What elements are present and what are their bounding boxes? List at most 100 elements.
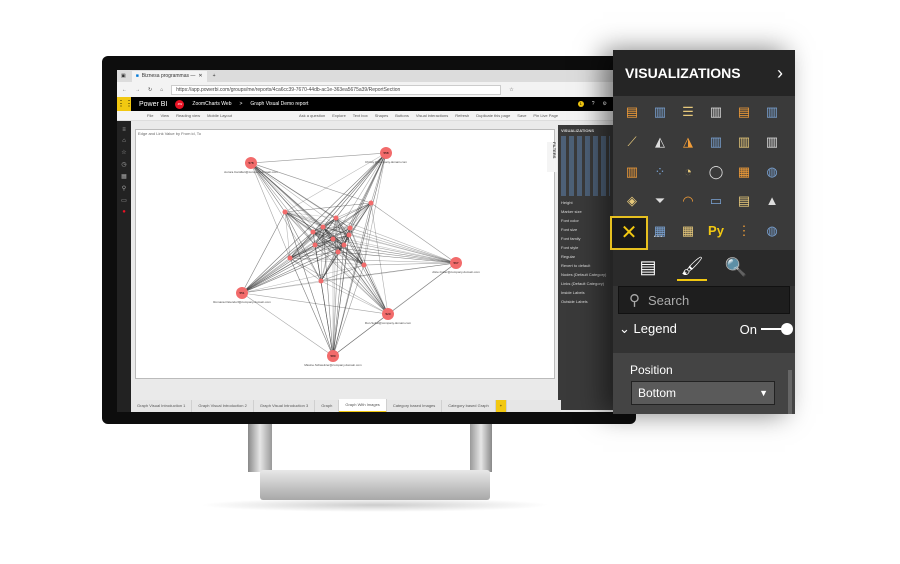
- graph-node[interactable]: [347, 225, 353, 231]
- area-visual-icon[interactable]: ◭: [649, 132, 671, 152]
- favorite-icon[interactable]: ☆: [509, 87, 513, 93]
- app-launcher-icon[interactable]: ⋮⋮: [117, 97, 133, 111]
- visual-icon-grid[interactable]: [561, 136, 610, 196]
- graph-node[interactable]: [333, 215, 339, 221]
- 100-column-visual-icon[interactable]: ▥: [761, 102, 783, 122]
- new-tab-icon[interactable]: +: [213, 73, 216, 79]
- page-tab[interactable]: Graph Visual Introduction 2: [192, 400, 254, 412]
- position-dropdown[interactable]: Bottom ▼: [631, 381, 775, 405]
- treemap-visual-icon[interactable]: ▦: [733, 162, 755, 182]
- tabs-icon[interactable]: ▣: [121, 73, 126, 79]
- format-option[interactable]: Font size: [561, 227, 610, 232]
- legend-section[interactable]: ⌄ Legend On: [619, 321, 793, 337]
- home-icon[interactable]: ⌂: [122, 138, 126, 144]
- graph-node[interactable]: [310, 229, 316, 235]
- stacked-bar-visual-icon[interactable]: ▤: [621, 102, 643, 122]
- graph-node[interactable]: [346, 232, 352, 238]
- pie-visual-icon[interactable]: ◔: [677, 162, 699, 182]
- funnel-visual-icon[interactable]: ⏷: [649, 191, 671, 211]
- graph-node[interactable]: [318, 278, 324, 284]
- save-button[interactable]: Save: [517, 113, 526, 118]
- reading-view-button[interactable]: Reading view: [176, 113, 200, 118]
- globe-visual-icon[interactable]: ◍: [761, 221, 783, 241]
- python-visual-icon[interactable]: Py: [705, 221, 727, 241]
- format-option[interactable]: Links (Default Category): [561, 281, 610, 286]
- graph-node[interactable]: [312, 242, 318, 248]
- menu-icon[interactable]: ≡: [122, 127, 126, 133]
- breadcrumb-workspace[interactable]: ZoomCharts Web: [192, 101, 231, 107]
- workspace-avatar[interactable]: ●: [122, 209, 126, 215]
- more-visuals-button[interactable]: ...: [653, 226, 663, 240]
- shapes-button[interactable]: Shapes: [375, 113, 389, 118]
- map-visual-icon[interactable]: ◍: [761, 162, 783, 182]
- page-tab[interactable]: Graph With Images: [339, 399, 387, 412]
- graph-node[interactable]: [330, 236, 336, 242]
- settings-icon[interactable]: ⚙: [603, 101, 607, 107]
- waterfall-visual-icon[interactable]: ▥: [621, 162, 643, 182]
- 100-bar-visual-icon[interactable]: ▤: [733, 102, 755, 122]
- chevron-right-icon[interactable]: ›: [777, 63, 783, 84]
- donut-visual-icon[interactable]: ◯: [705, 162, 727, 182]
- format-option[interactable]: Font family: [561, 236, 610, 241]
- format-option[interactable]: Height: [561, 200, 610, 205]
- visual-interactions-button[interactable]: Visual interactions: [416, 113, 448, 118]
- graph-network-visual-icon[interactable]: ✕: [610, 216, 648, 250]
- graph-visual[interactable]: Edge and Link Value by From id, To 578 Au…: [135, 129, 555, 379]
- format-option[interactable]: Marker size: [561, 209, 610, 214]
- back-icon[interactable]: ←: [122, 87, 127, 93]
- recent-icon[interactable]: ◷: [121, 161, 126, 168]
- favorites-icon[interactable]: ☆: [121, 149, 126, 156]
- mobile-layout-button[interactable]: Mobile Layout: [207, 113, 232, 118]
- fields-tab-icon[interactable]: ▤: [633, 257, 663, 280]
- home-icon[interactable]: ⌂: [160, 87, 163, 93]
- format-option[interactable]: Revert to default: [561, 263, 610, 268]
- graph-node[interactable]: [335, 249, 341, 255]
- page-tab[interactable]: Graph: [315, 400, 340, 412]
- explore-button[interactable]: Explore: [332, 113, 346, 118]
- graph-node[interactable]: [361, 262, 367, 268]
- search-input[interactable]: ⚲ Search: [618, 286, 790, 314]
- format-option[interactable]: Nodes (Default Category): [561, 272, 610, 277]
- format-option[interactable]: Outside Labels: [561, 299, 610, 304]
- shared-icon[interactable]: ⚲: [122, 185, 126, 192]
- format-paint-roller-icon[interactable]: 🖌: [677, 256, 707, 281]
- format-option[interactable]: Font color: [561, 218, 610, 223]
- page-tab[interactable]: Category based Graph: [442, 400, 496, 412]
- clustered-column-visual-icon[interactable]: ▥: [705, 102, 727, 122]
- gauge-visual-icon[interactable]: ◠: [677, 191, 699, 211]
- graph-node[interactable]: [282, 209, 288, 215]
- network-graph[interactable]: 578 Aurora.Camilleri@company.domain.com 55…: [136, 130, 556, 380]
- graph-node[interactable]: [341, 242, 347, 248]
- breadcrumb-report[interactable]: Graph Visual Demo report: [250, 101, 308, 107]
- url-input[interactable]: https://app.powerbi.com/groups/me/report…: [171, 84, 502, 95]
- close-icon[interactable]: ✕: [198, 73, 202, 79]
- apps-icon[interactable]: ▦: [121, 173, 127, 180]
- scrollbar[interactable]: [788, 370, 792, 414]
- forward-icon[interactable]: →: [135, 87, 140, 93]
- add-page-button[interactable]: +: [495, 400, 508, 412]
- filled-map-visual-icon[interactable]: ◈: [621, 191, 643, 211]
- line-visual-icon[interactable]: ⟋: [621, 132, 643, 152]
- buttons-button[interactable]: Buttons: [395, 113, 409, 118]
- browser-tab[interactable]: ■ Biznesa programmas — ✕: [131, 70, 207, 82]
- stacked-area-visual-icon[interactable]: ◮: [677, 132, 699, 152]
- multi-row-card-visual-icon[interactable]: ▤: [733, 191, 755, 211]
- pin-live-page-button[interactable]: Pin Live Page: [533, 113, 558, 118]
- line-clustered-column-visual-icon[interactable]: ▥: [733, 132, 755, 152]
- format-option[interactable]: Regular: [561, 254, 610, 259]
- graph-node[interactable]: [368, 200, 374, 206]
- refresh-icon[interactable]: ↻: [148, 87, 152, 93]
- notification-badge[interactable]: 1: [577, 101, 584, 107]
- card-visual-icon[interactable]: ▭: [705, 191, 727, 211]
- ribbon-visual-icon[interactable]: ▥: [761, 132, 783, 152]
- legend-toggle[interactable]: On: [740, 322, 793, 337]
- key-influencers-visual-icon[interactable]: ⋮: [733, 221, 755, 241]
- analytics-magnifier-icon[interactable]: 🔍: [721, 257, 751, 280]
- refresh-button[interactable]: Refresh: [455, 113, 469, 118]
- duplicate-page-button[interactable]: Duplicate this page: [476, 113, 510, 118]
- format-option[interactable]: Inside Labels: [561, 290, 610, 295]
- page-tab[interactable]: Graph Visual Introduction 3: [254, 400, 316, 412]
- graph-node[interactable]: [320, 224, 326, 230]
- page-tab[interactable]: Category based Images: [387, 400, 443, 412]
- menu-view[interactable]: View: [160, 113, 169, 118]
